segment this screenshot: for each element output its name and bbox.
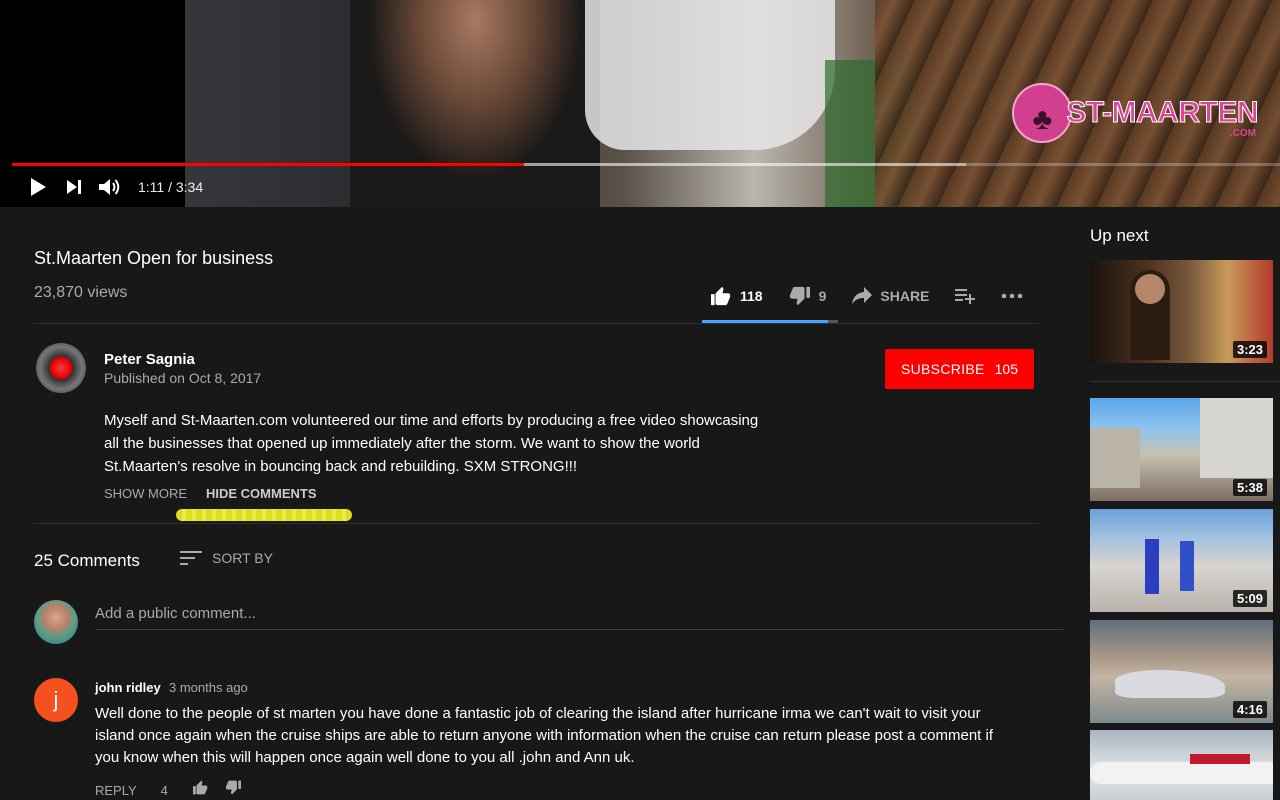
comment-author[interactable]: john ridley xyxy=(95,680,161,695)
sort-label: SORT BY xyxy=(212,550,273,566)
volume-button[interactable] xyxy=(92,172,128,202)
divider xyxy=(1090,381,1280,382)
comment-count: 25 Comments xyxy=(34,551,140,570)
video-duration: 5:09 xyxy=(1232,590,1267,607)
thumbnail-face xyxy=(1135,274,1165,304)
time-display: 1:11 / 3:34 xyxy=(138,179,204,195)
description-line: St.Maarten's resolve in bouncing back an… xyxy=(104,458,578,475)
video-description: Myself and St-Maarten.com volunteered ou… xyxy=(104,409,784,478)
comment-line: island once again when the cruise ships … xyxy=(95,727,994,744)
divider xyxy=(34,523,1038,524)
recommended-video-thumbnail[interactable]: 5:38 xyxy=(1090,398,1273,501)
subscribe-button[interactable]: SUBSCRIBE 105 xyxy=(885,349,1034,389)
comment-line: you know when this will happen once agai… xyxy=(95,749,635,766)
divider xyxy=(34,323,1038,324)
video-scene-shirt xyxy=(585,0,835,150)
recommended-video-thumbnail[interactable]: 5:09 xyxy=(1090,509,1273,612)
description-line: all the businesses that opened up immedi… xyxy=(104,435,700,452)
video-actions: 118 9 SHARE xyxy=(702,282,1023,310)
thumbnail-dancer xyxy=(1180,541,1194,591)
dislike-button[interactable]: 9 xyxy=(789,286,827,306)
video-duration: 4:16 xyxy=(1232,701,1267,718)
show-more-button[interactable]: SHOW MORE xyxy=(104,486,187,501)
palm-tree-icon: ♣ xyxy=(1012,83,1073,143)
thumbs-up-icon xyxy=(711,286,731,306)
up-next-heading: Up next xyxy=(1090,226,1149,245)
dislike-count: 9 xyxy=(818,288,827,304)
thumbnail-dancer xyxy=(1145,539,1159,594)
view-count: 23,870 views xyxy=(34,284,128,301)
next-button[interactable] xyxy=(56,172,92,202)
watermark-text: ST-MAARTEN xyxy=(1066,96,1259,129)
recommended-video-thumbnail[interactable]: 4:16 xyxy=(1090,620,1273,723)
comment-line: Well done to the people of st marten you… xyxy=(95,705,981,722)
share-label: SHARE xyxy=(880,288,930,304)
recommended-video-thumbnail[interactable] xyxy=(1090,730,1273,800)
comment-like-count: 4 xyxy=(160,782,168,798)
description-line: Myself and St-Maarten.com volunteered ou… xyxy=(104,412,759,429)
user-avatar xyxy=(34,600,78,644)
thumbnail-building xyxy=(1200,398,1273,478)
thumbnail-airplane xyxy=(1090,762,1273,784)
share-icon xyxy=(852,287,873,304)
up-next-thumbnail[interactable]: 3:23 xyxy=(1090,260,1273,363)
sort-by-button[interactable]: SORT BY xyxy=(180,550,273,566)
volume-icon xyxy=(99,179,120,195)
thumbs-up-icon xyxy=(192,780,208,795)
progress-played xyxy=(12,163,525,166)
channel-name[interactable]: Peter Sagnia xyxy=(104,351,195,368)
comment-author-avatar[interactable]: j xyxy=(34,678,78,722)
channel-avatar[interactable] xyxy=(36,343,86,393)
add-to-playlist-button[interactable] xyxy=(955,288,976,304)
more-actions-button[interactable] xyxy=(1001,293,1023,299)
like-count: 118 xyxy=(740,288,763,304)
thumbnail-boat xyxy=(1115,670,1225,698)
subscriber-count: 105 xyxy=(994,361,1018,377)
video-duration: 5:38 xyxy=(1232,479,1267,496)
publish-date: Published on Oct 8, 2017 xyxy=(104,370,262,386)
subscribe-label: SUBSCRIBE xyxy=(901,361,985,377)
thumbs-down-icon xyxy=(789,286,810,306)
playlist-add-icon xyxy=(955,289,976,304)
highlighter-mark xyxy=(176,509,352,521)
player-controls: 1:11 / 3:34 xyxy=(0,172,400,202)
comment-time[interactable]: 3 months ago xyxy=(169,680,248,695)
video-duration: 3:23 xyxy=(1232,341,1267,358)
skip-next-icon xyxy=(67,180,81,194)
more-horizontal-icon xyxy=(1002,293,1023,299)
progress-bar[interactable] xyxy=(12,163,1280,166)
sort-icon xyxy=(180,551,202,565)
thumbnail-airline-stripe xyxy=(1190,754,1250,764)
thumbnail-building xyxy=(1090,428,1140,488)
play-icon xyxy=(31,178,46,196)
thumbs-down-icon xyxy=(225,780,241,795)
share-button[interactable]: SHARE xyxy=(852,287,929,305)
watermark-logo: ♣ ST-MAARTEN .COM xyxy=(1012,82,1259,144)
comment-like-button[interactable] xyxy=(192,780,209,800)
reply-button[interactable]: REPLY xyxy=(95,783,137,798)
hide-comments-button[interactable]: HIDE COMMENTS xyxy=(206,486,317,501)
comment-actions: REPLY 4 xyxy=(95,780,242,800)
comment-text: Well done to the people of st marten you… xyxy=(95,703,1035,769)
video-title: St.Maarten Open for business xyxy=(34,248,274,268)
play-button[interactable] xyxy=(20,172,56,202)
comment-dislike-button[interactable] xyxy=(225,780,242,800)
comment-input[interactable]: Add a public comment... xyxy=(95,598,1063,630)
like-button[interactable]: 118 xyxy=(710,286,763,306)
video-player[interactable]: ♣ ST-MAARTEN .COM 1:11 / 3:34 xyxy=(0,0,1280,207)
watermark-tld: .COM xyxy=(1229,128,1256,139)
